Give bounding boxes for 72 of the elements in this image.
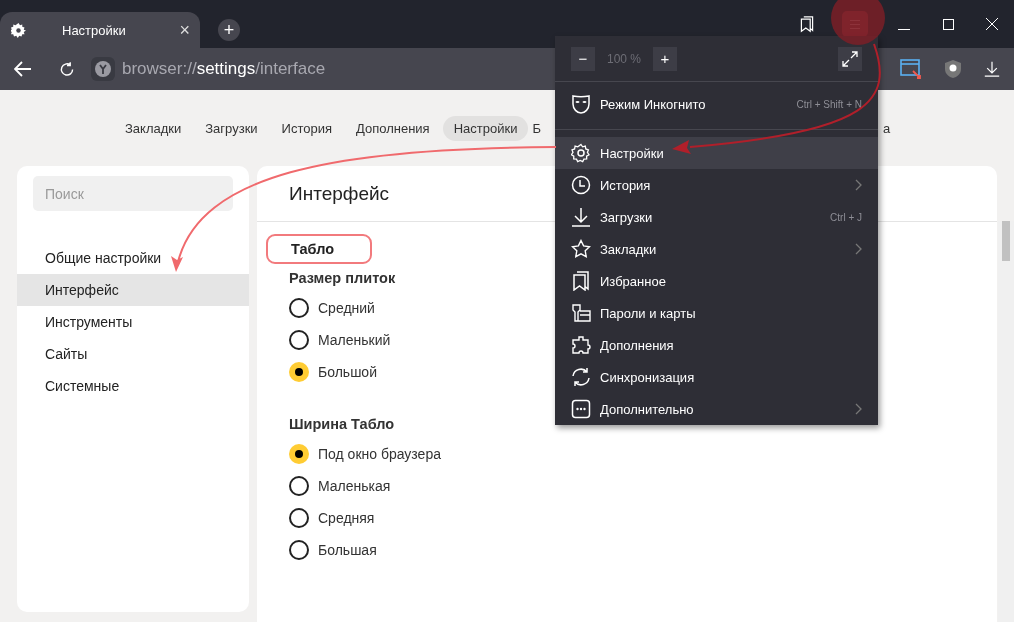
nav-tab[interactable]: а	[882, 120, 891, 136]
radio-label: Маленькая	[318, 478, 391, 494]
close-tab-button[interactable]: ×	[179, 21, 190, 39]
nav-tab[interactable]: Настройки	[442, 115, 529, 141]
star-icon	[571, 239, 591, 259]
radio-label: Средний	[318, 300, 375, 316]
maximize-icon[interactable]	[942, 18, 954, 30]
address-field[interactable]: browser://settings/interface	[122, 59, 326, 79]
menu-item[interactable]: Дополнения	[555, 329, 878, 361]
clock-icon	[571, 175, 591, 195]
gear-icon	[11, 22, 26, 38]
sidebar-item[interactable]: Системные	[17, 370, 249, 402]
menu-item[interactable]: Пароли и карты	[555, 297, 878, 329]
menu-item[interactable]: Избранное	[555, 265, 878, 297]
screenshot-icon[interactable]	[900, 59, 922, 79]
sidebar-item[interactable]: Инструменты	[17, 306, 249, 338]
menu-item[interactable]: Синхронизация	[555, 361, 878, 393]
radio-label: Большой	[318, 364, 377, 380]
download-icon	[571, 207, 591, 227]
search-field[interactable]: Поиск	[33, 176, 233, 211]
bookmarks-icon	[571, 271, 591, 291]
settings-icon	[571, 143, 591, 163]
radio-label: Средняя	[318, 510, 375, 526]
menu-item[interactable]: Настройки	[555, 137, 878, 169]
nav-tab[interactable]: Загрузки	[194, 115, 269, 141]
tab-title: Настройки	[62, 22, 127, 38]
radio-button[interactable]	[289, 540, 309, 560]
sidebar-item[interactable]: Интерфейс	[17, 274, 249, 306]
shield-icon[interactable]	[944, 59, 962, 79]
radio-label: Большая	[318, 542, 377, 558]
zoom-out-button[interactable]: −	[571, 46, 595, 71]
download-icon[interactable]	[984, 60, 1000, 78]
nav-tab[interactable]: Закладки	[114, 115, 193, 141]
radio-button[interactable]	[289, 330, 309, 350]
radio-label: Под окно браузера	[318, 446, 441, 462]
menu-item[interactable]: Закладки	[555, 233, 878, 265]
menu-item[interactable]: Режим Инкогнито Ctrl + Shift + N	[555, 82, 878, 126]
radio-button[interactable]	[289, 362, 309, 382]
nav-tab[interactable]: Дополнения	[345, 115, 441, 141]
sync-icon	[571, 367, 591, 387]
sidebar-item[interactable]: Общие настройки	[17, 242, 249, 274]
bookmarks-icon[interactable]	[799, 15, 815, 33]
browser-tab[interactable]: Настройки ×	[0, 12, 200, 48]
back-icon[interactable]	[14, 61, 32, 77]
scrollbar-thumb[interactable]	[1002, 221, 1010, 261]
group-label: Ширина Табло	[289, 416, 395, 432]
radio-button[interactable]	[289, 508, 309, 528]
chevron-icon	[855, 179, 862, 191]
browser-logo-icon	[91, 57, 115, 81]
puzzle-icon	[571, 335, 591, 355]
nav-tab[interactable]: Б	[530, 115, 543, 141]
reload-icon[interactable]	[59, 60, 75, 78]
radio-button[interactable]	[289, 476, 309, 496]
chevron-icon	[855, 243, 862, 255]
zoom-value: 100 %	[606, 51, 642, 66]
new-tab-button[interactable]: +	[218, 19, 240, 41]
sidebar-item[interactable]: Сайты	[17, 338, 249, 370]
section-heading: Табло	[266, 234, 373, 264]
menu-item[interactable]: История	[555, 169, 878, 201]
radio-button[interactable]	[289, 298, 309, 318]
group-label: Размер плиток	[289, 270, 396, 286]
radio-button[interactable]	[289, 444, 309, 464]
mask-icon	[571, 94, 591, 114]
nav-tab[interactable]: История	[270, 115, 343, 141]
zoom-in-button[interactable]: +	[653, 46, 677, 71]
close-icon[interactable]	[986, 18, 998, 30]
menu-item[interactable]: Дополнительно	[555, 393, 878, 425]
chevron-icon	[855, 403, 862, 415]
fullscreen-button[interactable]	[838, 46, 862, 71]
key-card-icon	[571, 303, 591, 323]
radio-label: Маленький	[318, 332, 391, 348]
more-icon	[571, 399, 591, 419]
